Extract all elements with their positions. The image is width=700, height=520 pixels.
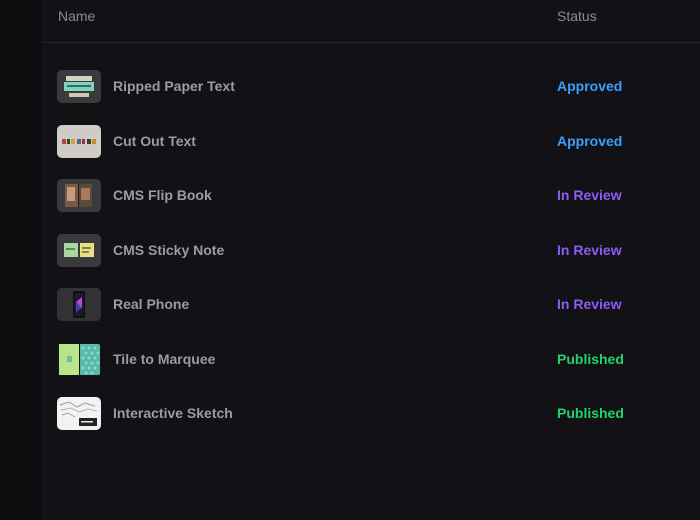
row-name: Real Phone	[113, 296, 190, 312]
sticky-note-thumbnail	[57, 233, 101, 267]
sketch-thumbnail	[57, 397, 101, 430]
table-body: Ripped Paper Text Approved Cut Out Text …	[42, 64, 700, 446]
status-label: Approved	[557, 132, 623, 149]
status-label: In Review	[557, 296, 622, 312]
row-name: Ripped Paper Text	[113, 78, 235, 94]
table-row[interactable]: Ripped Paper Text Approved	[42, 64, 700, 119]
table-header: Name Status	[42, 0, 700, 43]
status-label: In Review	[557, 187, 622, 203]
row-name: Cut Out Text	[113, 132, 196, 149]
ripped-paper-thumbnail	[57, 70, 101, 103]
name-column-header[interactable]: Name	[58, 8, 95, 24]
status-label: Published	[557, 405, 624, 421]
items-table: Name Status Ripped Paper Text Approved C…	[42, 0, 700, 520]
row-name: CMS Sticky Note	[113, 241, 225, 258]
table-row[interactable]: Real Phone In Review	[42, 282, 700, 337]
table-row[interactable]: Cut Out Text Approved	[42, 119, 700, 174]
phone-thumbnail	[57, 288, 101, 321]
table-row[interactable]: CMS Sticky Note In Review	[42, 228, 700, 283]
tile-marquee-thumbnail	[57, 342, 101, 376]
table-row[interactable]: Tile to Marquee Published	[42, 337, 700, 392]
row-name: CMS Flip Book	[113, 187, 212, 203]
table-row[interactable]: CMS Flip Book In Review	[42, 173, 700, 228]
row-name: Tile to Marquee	[113, 350, 216, 367]
cut-out-text-thumbnail	[57, 124, 101, 158]
table-row[interactable]: Interactive Sketch Published	[42, 391, 700, 446]
row-name: Interactive Sketch	[113, 405, 233, 421]
flip-book-thumbnail	[57, 179, 101, 212]
status-label: Published	[557, 350, 624, 367]
left-panel-edge	[0, 0, 42, 520]
status-label: In Review	[557, 241, 622, 258]
status-label: Approved	[557, 78, 623, 94]
status-column-header[interactable]: Status	[557, 8, 597, 24]
